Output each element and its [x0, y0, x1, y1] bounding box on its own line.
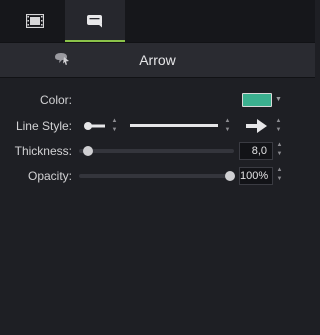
round-dot-end-icon	[84, 122, 105, 130]
thickness-label: Thickness:	[14, 144, 72, 158]
panel-title-text: Arrow	[139, 52, 176, 68]
thickness-slider-track[interactable]	[79, 149, 234, 153]
solid-line-icon	[130, 124, 218, 127]
color-dropdown-arrow-icon[interactable]: ▼	[275, 96, 282, 103]
thickness-value-field[interactable]: 8,0	[239, 142, 273, 160]
thickness-spinner[interactable]: ▲ ▼	[276, 142, 283, 158]
film-strip-icon	[26, 14, 44, 28]
opacity-spinner[interactable]: ▲ ▼	[276, 167, 283, 183]
line-end-style-select[interactable]: ▲ ▼	[79, 117, 123, 135]
tab-bar	[0, 0, 315, 42]
color-label: Color:	[39, 93, 72, 107]
line-type-spinner[interactable]: ▲ ▼	[224, 118, 231, 134]
opacity-slider-track[interactable]	[79, 174, 234, 178]
line-start-style-spinner[interactable]: ▲ ▼	[275, 118, 282, 134]
thickness-slider-thumb[interactable]	[83, 146, 93, 156]
panel-title: Arrow	[0, 43, 315, 77]
opacity-slider-thumb[interactable]	[225, 171, 235, 181]
line-type-select[interactable]: ▲ ▼	[127, 117, 235, 135]
tab-annotation-properties[interactable]	[65, 0, 125, 42]
tab-visual-properties[interactable]	[5, 0, 65, 42]
opacity-label: Opacity:	[27, 169, 72, 183]
arrow-head-icon	[246, 119, 267, 133]
line-start-style-select[interactable]: ▲ ▼	[244, 117, 288, 135]
line-end-style-spinner[interactable]: ▲ ▼	[111, 118, 118, 134]
properties-header: Arrow	[0, 42, 315, 78]
line-style-label: Line Style:	[15, 119, 72, 133]
annotations-icon	[87, 15, 102, 28]
color-swatch[interactable]	[242, 93, 272, 107]
opacity-value-field[interactable]: 100%	[239, 167, 273, 185]
